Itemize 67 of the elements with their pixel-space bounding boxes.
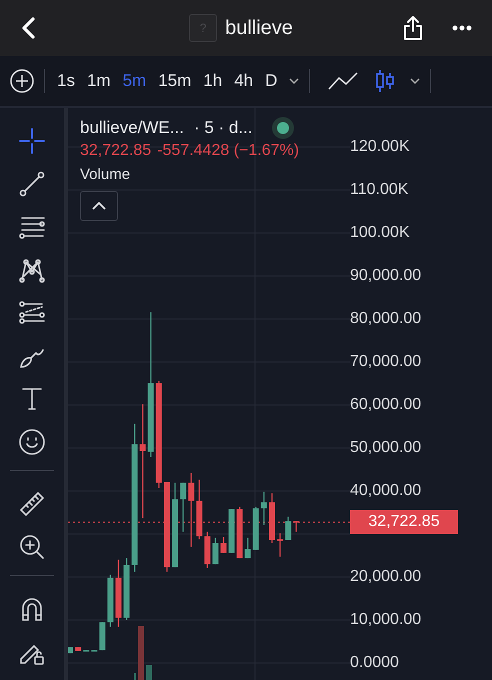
- candle: [285, 516, 292, 540]
- volume-drawing: [134, 626, 152, 680]
- interval-tab[interactable]: 4h: [228, 71, 260, 91]
- more-icon: [452, 25, 472, 31]
- axis-label: 90,000.00: [350, 267, 422, 285]
- interval-tab[interactable]: 1h: [197, 71, 228, 91]
- candle: [115, 560, 122, 627]
- current-price-tag: 32,722.85: [350, 510, 458, 534]
- interval-tab[interactable]: 1s: [51, 71, 81, 91]
- axis-label: 80,000.00: [350, 310, 422, 328]
- candle: [252, 506, 259, 550]
- axis-label: 40,000.00: [350, 482, 422, 500]
- share-icon: [402, 15, 424, 41]
- candle: [244, 538, 251, 558]
- candle: [204, 532, 210, 568]
- candle: [228, 509, 235, 553]
- status-dot: [276, 122, 289, 134]
- candle: [68, 647, 73, 654]
- axis-label: 70,000.00: [350, 353, 422, 371]
- candle: [212, 538, 218, 564]
- candle: [236, 506, 243, 558]
- candle: [220, 537, 227, 553]
- interval-tab[interactable]: 1m: [80, 71, 117, 91]
- smiley-icon: [18, 428, 46, 456]
- axis-label: 60,000.00: [350, 396, 422, 414]
- interval-dropdown-icon[interactable]: [289, 78, 300, 84]
- candle: [293, 521, 300, 532]
- ruler-icon: [18, 490, 46, 518]
- add-button[interactable]: [10, 69, 34, 93]
- candle: [99, 622, 106, 650]
- price-value: 32,722.85: [80, 142, 152, 160]
- axis-label: 10,000.00: [350, 611, 422, 629]
- share-button[interactable]: [402, 15, 424, 41]
- collapse-button[interactable]: [80, 191, 118, 221]
- plus-icon: [10, 69, 34, 93]
- pattern-icon: [18, 256, 46, 284]
- candle: [75, 647, 82, 651]
- caret-up-icon: [92, 202, 106, 210]
- axis-label: 120.00K: [350, 138, 410, 156]
- candle: [196, 480, 202, 540]
- candle: [277, 533, 284, 557]
- chart-type-dropdown-icon[interactable]: [410, 78, 420, 84]
- candle: [260, 492, 267, 525]
- symbol-label: bullieve/WE...: [80, 118, 184, 138]
- crosshair-icon: [18, 127, 46, 155]
- candle: [124, 558, 130, 620]
- interval-tab[interactable]: 15m: [152, 71, 198, 91]
- interval-label: · 5 · d...: [194, 118, 253, 138]
- line-chart-icon[interactable]: [328, 71, 358, 91]
- interval-tab[interactable]: D: [259, 71, 284, 91]
- more-button[interactable]: [452, 25, 472, 31]
- candle: [107, 574, 114, 627]
- candle: [180, 482, 186, 532]
- price-change: -557.4428 (−1.67%): [157, 142, 300, 160]
- axis-label: 50,000.00: [350, 439, 422, 457]
- candle: [269, 493, 275, 544]
- interval-tab[interactable]: 5m: [116, 71, 152, 91]
- line-tool-icon: [18, 170, 46, 198]
- candlestick-icon[interactable]: [374, 69, 396, 93]
- page-title: bullieve: [225, 16, 293, 40]
- axis-label: 0.0000: [350, 654, 399, 672]
- axis-label: 100.00K: [350, 224, 410, 242]
- axis-label: 20,000.00: [350, 568, 422, 586]
- token-logo: ?: [189, 14, 218, 42]
- indicator-label: Volume: [80, 166, 132, 183]
- axis-label: 110.00K: [350, 181, 408, 199]
- zoom-in-icon: [18, 533, 46, 561]
